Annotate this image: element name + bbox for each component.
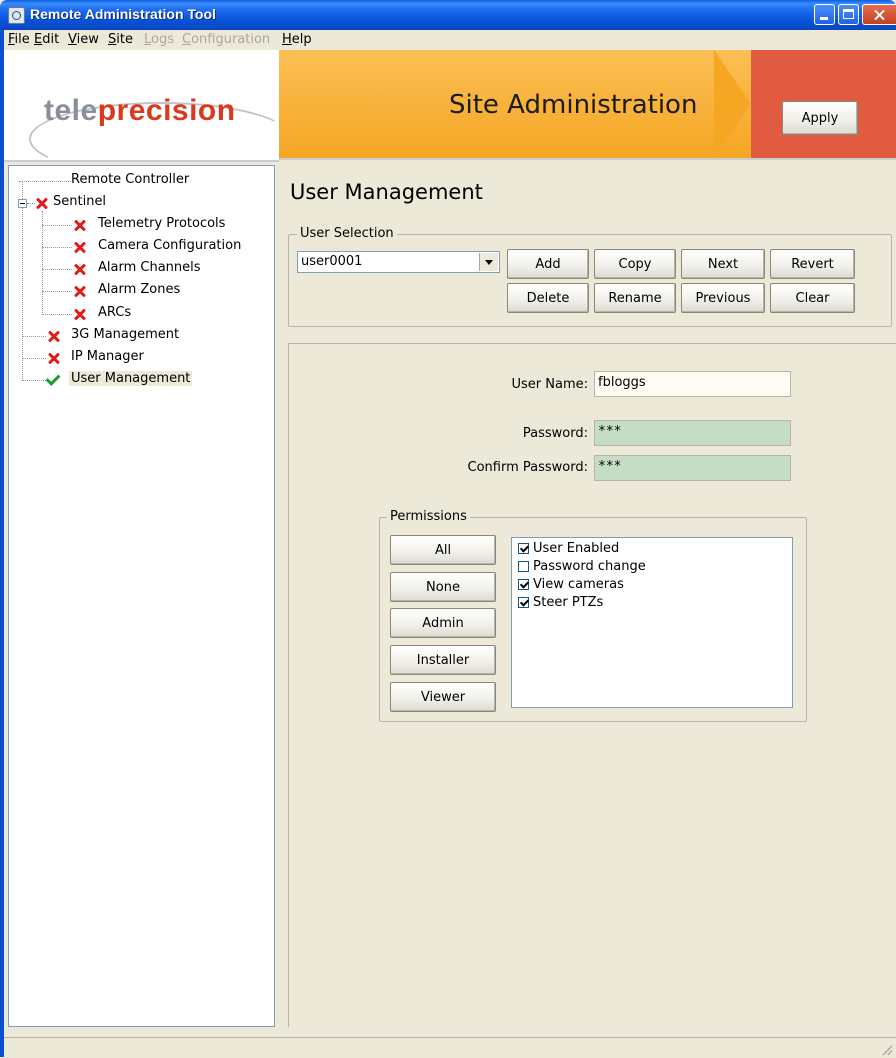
page-title: User Management — [290, 180, 483, 204]
delete-button[interactable]: Delete — [507, 283, 589, 313]
menu-view[interactable]: View — [68, 32, 99, 47]
tree-item-label: 3G Management — [71, 327, 180, 342]
user-selection-group — [288, 234, 892, 327]
tree-connector — [42, 314, 72, 315]
close-button[interactable] — [862, 4, 896, 25]
tree-item-label: Camera Configuration — [98, 238, 242, 253]
logo: teleprecision — [4, 50, 293, 186]
tree-item-label: Remote Controller — [71, 172, 190, 187]
menu-configuration: Configuration — [182, 32, 271, 47]
menu-file[interactable]: File — [8, 32, 30, 47]
tree-item-label: IP Manager — [71, 349, 144, 364]
error-x-icon — [73, 284, 87, 298]
tree-connector — [22, 358, 46, 359]
permissions-list[interactable]: User Enabled Password change View camera… — [511, 537, 793, 708]
title-bar[interactable]: Remote Administration Tool — [0, 0, 896, 30]
previous-button[interactable]: Previous — [681, 283, 765, 313]
tree-connector — [22, 336, 46, 337]
revert-button[interactable]: Revert — [770, 249, 855, 279]
window-frame-left — [0, 50, 4, 1057]
tree-connector — [22, 181, 23, 381]
tree-item-label: Sentinel — [53, 194, 107, 209]
tree-item-label: Alarm Channels — [98, 260, 201, 275]
user-select-dropdown[interactable]: user0001 — [297, 251, 500, 273]
resize-grip-icon[interactable] — [882, 1045, 892, 1055]
ok-check-icon — [47, 372, 63, 386]
password-label: Password: — [522, 426, 588, 441]
checkbox-unchecked[interactable] — [518, 561, 529, 572]
user-selection-legend: User Selection — [297, 226, 397, 241]
preset-admin-button[interactable]: Admin — [390, 608, 496, 638]
tree-connector — [42, 247, 72, 248]
clear-button[interactable]: Clear — [770, 283, 855, 313]
error-x-icon — [73, 218, 87, 232]
preset-viewer-button[interactable]: Viewer — [390, 682, 496, 712]
status-bar — [4, 1037, 896, 1058]
password-field[interactable]: *** — [594, 420, 791, 446]
chevron-down-icon[interactable] — [479, 253, 498, 271]
confirm-password-label: Confirm Password: — [467, 460, 588, 475]
tree-connector — [19, 181, 71, 182]
collapse-icon[interactable] — [18, 199, 27, 208]
banner-arrow — [714, 50, 751, 158]
checkbox-checked[interactable] — [518, 543, 529, 554]
tree-connector — [42, 211, 43, 315]
checkbox-checked[interactable] — [518, 597, 529, 608]
tree-connector — [42, 291, 72, 292]
tree-connector — [22, 380, 46, 381]
error-x-icon — [73, 240, 87, 254]
menu-help[interactable]: Help — [282, 32, 312, 47]
tree-item-label: Telemetry Protocols — [98, 216, 226, 231]
rename-button[interactable]: Rename — [594, 283, 676, 313]
tree-item-label: ARCs — [98, 305, 132, 320]
username-label: User Name: — [511, 377, 589, 392]
next-button[interactable]: Next — [681, 249, 765, 279]
tree-connector — [27, 203, 35, 204]
menu-site[interactable]: Site — [108, 32, 133, 47]
navigation-tree[interactable]: Remote Controller Sentinel Telemetry Pro… — [8, 165, 275, 1027]
preset-none-button[interactable]: None — [390, 572, 496, 602]
error-x-icon — [73, 307, 87, 321]
error-x-icon — [47, 351, 61, 365]
preset-installer-button[interactable]: Installer — [390, 645, 496, 675]
username-field[interactable]: fbloggs — [594, 371, 791, 397]
permissions-legend: Permissions — [387, 509, 470, 524]
confirm-password-field[interactable]: *** — [594, 455, 791, 481]
maximize-button[interactable] — [838, 4, 859, 25]
checkbox-checked[interactable] — [518, 579, 529, 590]
error-x-icon — [73, 262, 87, 276]
apply-button[interactable]: Apply — [782, 101, 858, 135]
tree-connector — [42, 269, 72, 270]
preset-all-button[interactable]: All — [390, 535, 496, 565]
app-icon[interactable] — [8, 7, 25, 24]
error-x-icon — [35, 196, 49, 210]
tree-item-label: Alarm Zones — [98, 282, 181, 297]
user-select-value: user0001 — [301, 254, 363, 269]
menu-edit[interactable]: Edit — [34, 32, 59, 47]
tree-item-label: User Management — [69, 371, 193, 386]
copy-button[interactable]: Copy — [594, 249, 676, 279]
banner-title: Site Administration — [449, 90, 698, 120]
add-button[interactable]: Add — [507, 249, 589, 279]
menu-bar: File Edit View Site Logs Configuration H… — [0, 30, 896, 50]
minimize-button[interactable] — [814, 4, 835, 25]
error-x-icon — [47, 329, 61, 343]
window-title: Remote Administration Tool — [30, 6, 216, 22]
menu-logs: Logs — [144, 32, 174, 47]
tree-connector — [42, 225, 72, 226]
